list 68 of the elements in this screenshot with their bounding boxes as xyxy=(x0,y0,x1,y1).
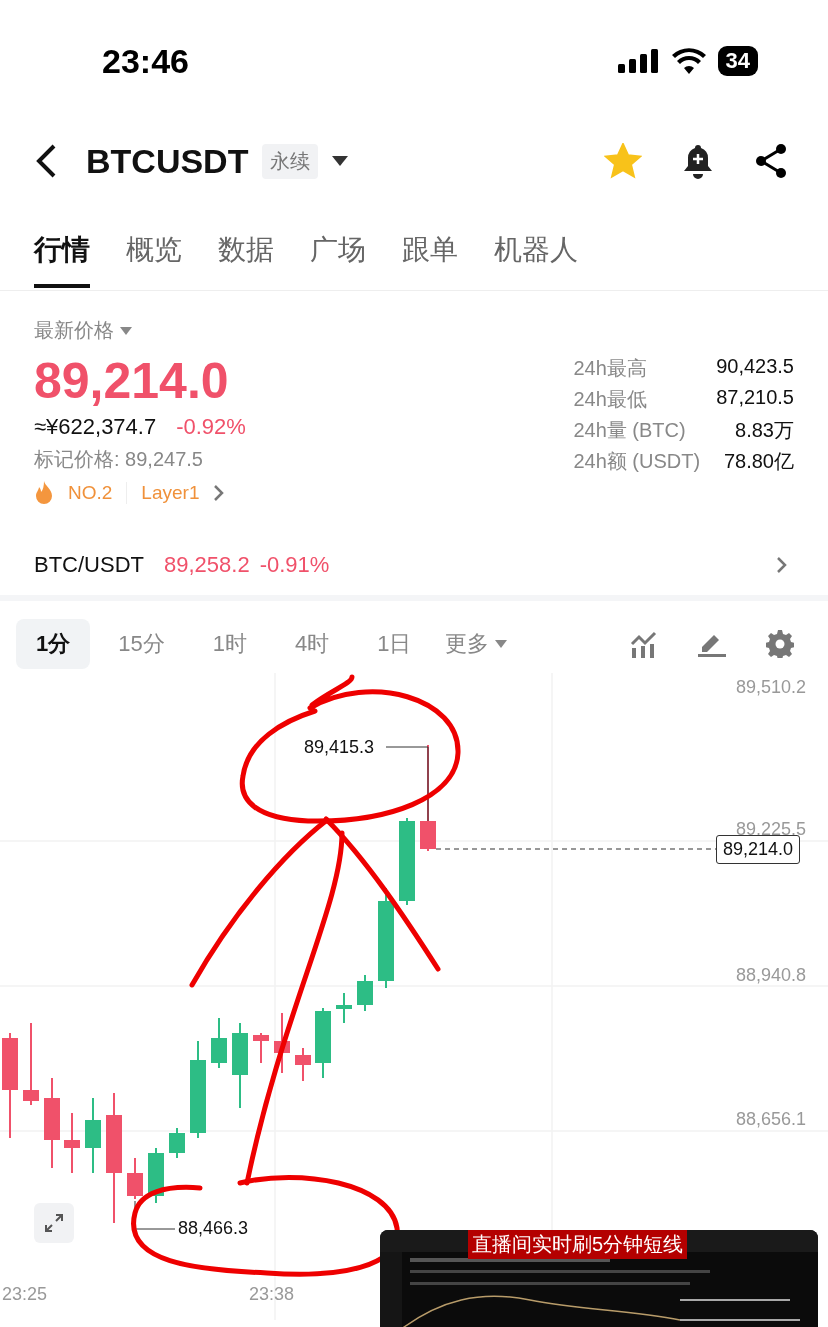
low-price-label: 88,466.3 xyxy=(178,1218,249,1239)
timeframe-tab[interactable]: 4时 xyxy=(275,619,350,669)
stat-label: 24h最低 xyxy=(573,387,648,412)
back-icon[interactable] xyxy=(34,143,58,179)
expand-icon xyxy=(44,1213,64,1233)
cny-price: ≈¥622,374.7 xyxy=(34,414,157,440)
nav-tab[interactable]: 数据 xyxy=(218,228,274,288)
video-overlay[interactable]: 直播间实时刷5分钟短线 xyxy=(380,1230,818,1327)
price-change: -0.92% xyxy=(176,414,246,440)
mark-price: 标记价格: 89,247.5 xyxy=(34,447,204,472)
spot-change: -0.91% xyxy=(259,552,330,578)
caret-icon xyxy=(120,326,132,335)
settings-icon[interactable] xyxy=(766,630,794,658)
flame-icon xyxy=(34,481,54,505)
timeframe-tab[interactable]: 1分 xyxy=(16,619,91,669)
candlestick xyxy=(64,1112,80,1174)
timeframe-tab[interactable]: 1时 xyxy=(192,619,267,669)
stat-value: 8.83万 xyxy=(734,418,794,443)
signal-icon xyxy=(617,49,660,73)
candlestick xyxy=(253,1032,269,1064)
candlestick xyxy=(169,1127,185,1159)
caret-icon[interactable] xyxy=(332,156,349,166)
stat-value: 87,210.5 xyxy=(716,386,794,410)
contract-badge: 永续 xyxy=(262,143,319,179)
stat-label: 24h最高 xyxy=(573,356,648,381)
last-price: 89,214.0 xyxy=(34,352,230,410)
nav-tab[interactable]: 广场 xyxy=(310,228,366,288)
candlestick xyxy=(315,1007,331,1079)
fullscreen-button[interactable] xyxy=(34,1203,74,1243)
stat-label: 24h额 (USDT) xyxy=(573,449,701,474)
stat-value: 78.80亿 xyxy=(722,449,794,474)
candlestick xyxy=(127,1157,143,1200)
status-time: 23:46 xyxy=(102,41,189,81)
candlestick xyxy=(357,974,373,1012)
stat-value: 90,423.5 xyxy=(716,355,794,379)
battery-level: 34 xyxy=(717,46,758,76)
bell-icon[interactable] xyxy=(682,143,714,179)
candlestick xyxy=(274,1012,290,1074)
high-price-label: 89,415.3 xyxy=(304,737,375,758)
candlestick xyxy=(211,1017,227,1069)
price-axis-label: 89,510.2 xyxy=(736,677,807,698)
nav-tab[interactable]: 概览 xyxy=(126,228,182,288)
stat-label: 24h量 (BTC) xyxy=(573,418,687,443)
candlestick xyxy=(295,1047,311,1082)
timeframe-tab[interactable]: 15分 xyxy=(98,619,185,669)
chevron-right-icon[interactable] xyxy=(213,484,226,502)
chevron-right-icon[interactable] xyxy=(776,556,788,574)
price-axis-label: 88,940.8 xyxy=(736,965,807,986)
symbol-title: BTCUSDT xyxy=(86,141,249,181)
video-caption: 直播间实时刷5分钟短线 xyxy=(468,1230,688,1259)
current-price-label: 89,214.0 xyxy=(716,835,801,864)
caret-icon xyxy=(495,640,508,648)
star-icon[interactable] xyxy=(604,143,642,179)
timeframe-tab[interactable]: 1日 xyxy=(357,619,432,669)
price-axis-label: 88,656.1 xyxy=(736,1109,807,1130)
wifi-icon xyxy=(671,48,706,74)
more-dropdown[interactable]: 更多 xyxy=(439,628,514,660)
share-icon[interactable] xyxy=(754,143,788,179)
nav-tab[interactable]: 跟单 xyxy=(402,228,458,288)
price-type-dropdown[interactable]: 最新价格 xyxy=(34,317,246,344)
nav-tab[interactable]: 机器人 xyxy=(494,228,578,288)
time-axis-label: 23:38 xyxy=(249,1284,295,1305)
nav-tab[interactable]: 行情 xyxy=(34,228,90,288)
candlestick xyxy=(336,992,352,1024)
spot-pair[interactable]: BTC/USDT xyxy=(34,552,144,578)
time-axis-label: 23:25 xyxy=(2,1284,48,1305)
indicator-icon[interactable] xyxy=(630,630,658,658)
spot-price: 89,258.2 xyxy=(164,552,250,578)
